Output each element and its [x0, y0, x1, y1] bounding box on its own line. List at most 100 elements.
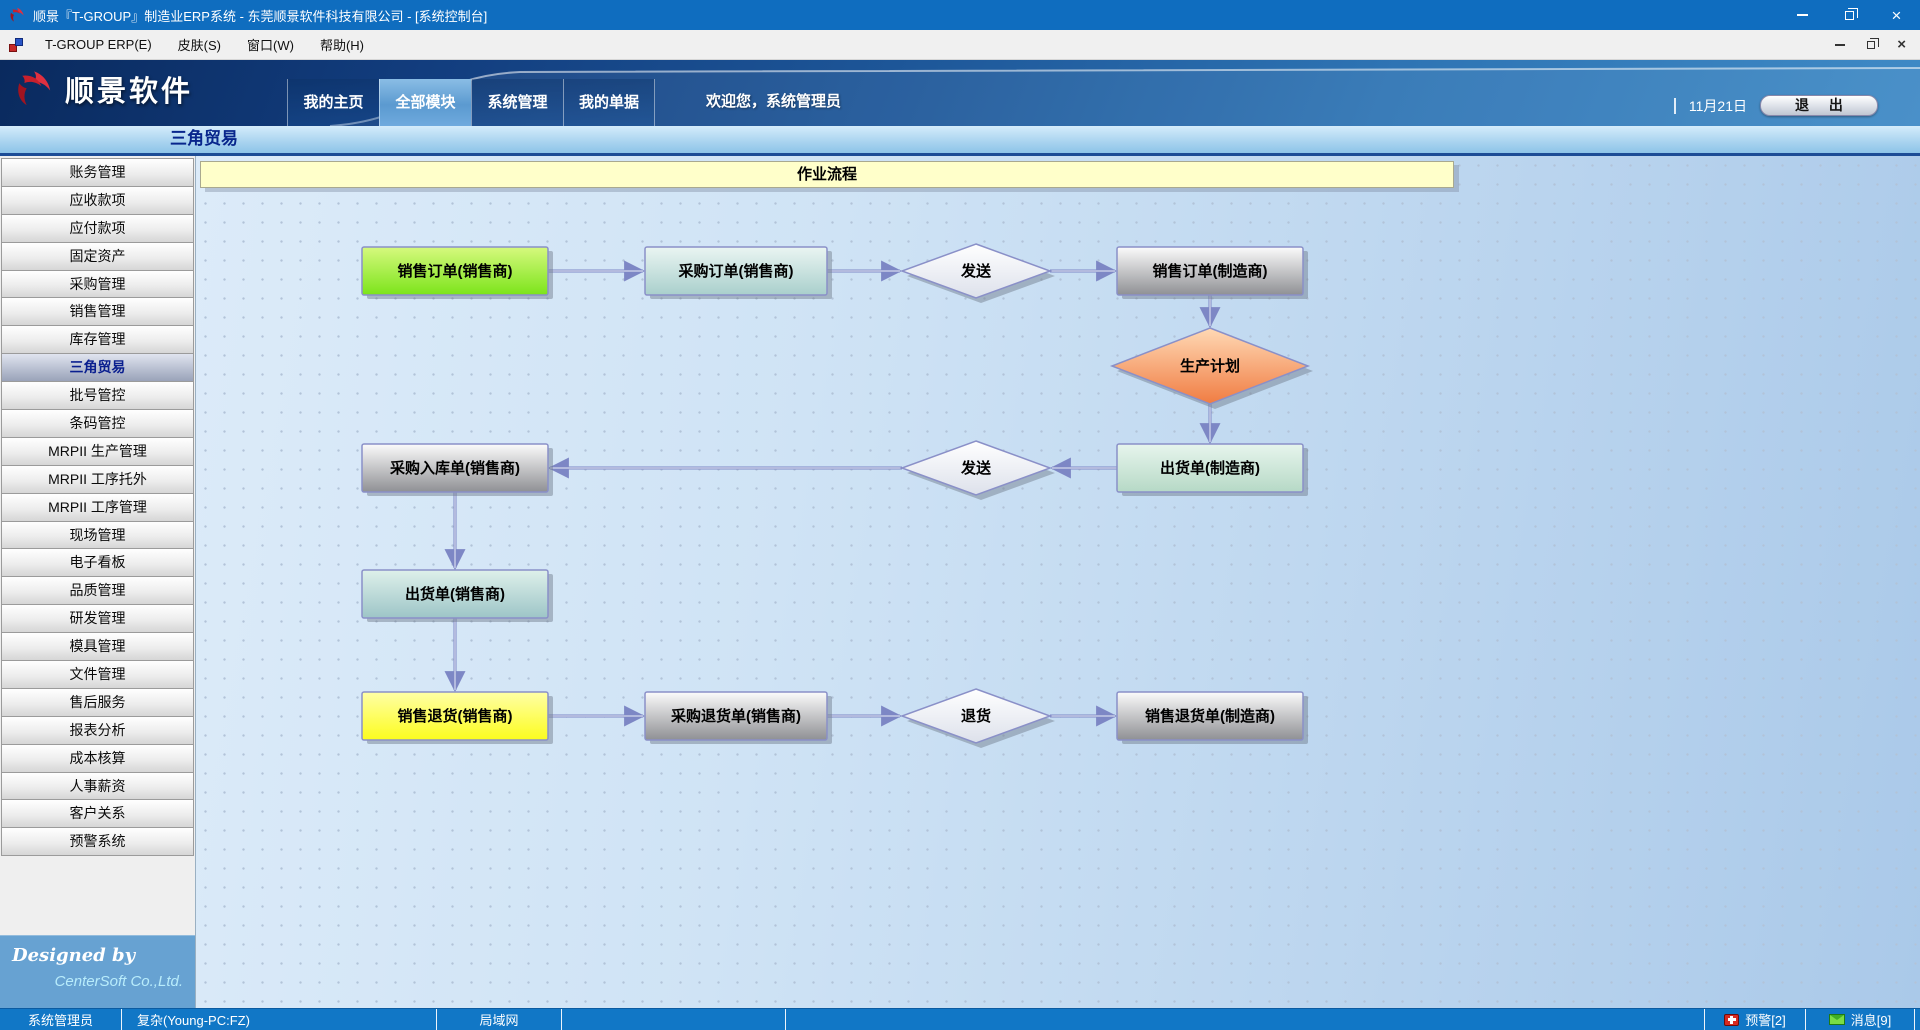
alert-icon	[1724, 1014, 1739, 1026]
sidebar-item[interactable]: 研发管理	[1, 604, 194, 633]
message-icon	[1829, 1014, 1845, 1025]
brand-name: 顺景软件	[65, 68, 193, 110]
flow-node-label: 销售退货(销售商)	[398, 707, 513, 725]
exit-button[interactable]: 退 出	[1760, 95, 1878, 116]
date-label: 11月21日	[1689, 96, 1747, 116]
status-end	[1915, 1009, 1920, 1030]
menu-item[interactable]: T-GROUP ERP(E)	[32, 30, 165, 59]
sidebar-item[interactable]: 人事薪资	[1, 772, 194, 801]
flow-node-label: 销售退货单(制造商)	[1145, 707, 1275, 725]
flow-node-purchase-inbound-seller[interactable]: 采购入库单(销售商)	[362, 444, 553, 496]
header-tab[interactable]: 我的单据	[563, 79, 655, 126]
status-user: 系统管理员	[0, 1009, 122, 1030]
sidebar-item[interactable]: 应付款项	[1, 214, 194, 243]
flow-node-label: 采购订单(销售商)	[678, 262, 794, 280]
status-empty-1	[562, 1009, 786, 1030]
sidebar-item[interactable]: 销售管理	[1, 297, 194, 326]
sidebar-item[interactable]: 客户关系	[1, 799, 194, 828]
sidebar-item[interactable]: MRPII 生产管理	[1, 437, 194, 466]
window-controls: ×	[1779, 0, 1920, 30]
flow-node-label: 出货单(销售商)	[405, 585, 505, 603]
sidebar-item[interactable]: 预警系统	[1, 827, 194, 856]
sidebar-item[interactable]: 品质管理	[1, 576, 194, 605]
flow-node-label: 退货	[961, 707, 991, 725]
flow-node-production-plan[interactable]: 生产计划	[1112, 328, 1313, 409]
mdi-close-icon[interactable]: ×	[1897, 37, 1906, 52]
status-host: 复杂(Young-PC:FZ)	[122, 1009, 437, 1030]
flowchart-svg: 销售订单(销售商) 采购订单(销售商) 发送 销售订单(制造商) 生产计划采购入库单(销…	[196, 156, 1920, 1008]
title-bar: 顺景『T-GROUP』制造业ERP系统 - 东莞顺景软件科技有限公司 - [系统…	[0, 0, 1920, 30]
flow-node-send-1[interactable]: 发送	[902, 244, 1055, 303]
alerts-label: 预警[2]	[1745, 1010, 1785, 1029]
sidebar-item[interactable]: MRPII 工序托外	[1, 465, 194, 494]
flow-node-return-1[interactable]: 退货	[902, 689, 1055, 748]
sidebar-items: 账务管理应收款项应付款项固定资产采购管理销售管理库存管理三角贸易批号管控条码管控…	[0, 158, 195, 856]
sidebar-item[interactable]: 三角贸易	[1, 353, 194, 382]
designed-by-panel: Designed by CenterSoft Co.,Ltd.	[0, 935, 195, 1008]
flow-node-sales-return-manufacturer[interactable]: 销售退货单(制造商)	[1117, 692, 1308, 744]
menu-item[interactable]: 帮助(H)	[307, 30, 377, 59]
flow-node-label: 出货单(制造商)	[1160, 459, 1260, 477]
header-banner: 顺景软件 我的主页全部模块系统管理我的单据 欢迎您，系统管理员 11月21日 退…	[0, 60, 1920, 126]
flow-node-label: 销售订单(制造商)	[1153, 262, 1268, 280]
flow-node-shipment-seller[interactable]: 出货单(销售商)	[362, 570, 553, 622]
sidebar-item[interactable]: 售后服务	[1, 688, 194, 717]
header-tab[interactable]: 全部模块	[379, 79, 471, 126]
minimize-icon[interactable]	[1779, 0, 1826, 30]
brand-logo-icon	[12, 67, 56, 111]
content-area: 账务管理应收款项应付款项固定资产采购管理销售管理库存管理三角贸易批号管控条码管控…	[0, 156, 1920, 1008]
sidebar-item[interactable]: 电子看板	[1, 548, 194, 577]
sidebar-item[interactable]: 采购管理	[1, 270, 194, 299]
sidebar-item[interactable]: 应收款项	[1, 186, 194, 215]
sidebar-item[interactable]: 现场管理	[1, 521, 194, 550]
status-bar: 系统管理员 复杂(Young-PC:FZ) 局域网 预警[2] 消息[9]	[0, 1008, 1920, 1030]
menu-item[interactable]: 皮肤(S)	[165, 30, 234, 59]
close-icon[interactable]: ×	[1873, 0, 1920, 30]
sidebar-item[interactable]: 模具管理	[1, 632, 194, 661]
flow-node-label: 发送	[960, 262, 992, 280]
flow-node-label: 销售订单(销售商)	[398, 262, 513, 280]
window-title: 顺景『T-GROUP』制造业ERP系统 - 东莞顺景软件科技有限公司 - [系统…	[33, 6, 487, 25]
mdi-app-icon	[8, 37, 24, 53]
menu-item[interactable]: 窗口(W)	[234, 30, 307, 59]
sidebar-item[interactable]: 条码管控	[1, 409, 194, 438]
flow-node-label: 发送	[960, 459, 992, 477]
flow-node-purchase-order-seller[interactable]: 采购订单(销售商)	[645, 247, 832, 299]
designed-by-text: Designed by	[12, 945, 183, 966]
flow-node-purchase-return-seller[interactable]: 采购退货单(销售商)	[645, 692, 832, 744]
header-tab[interactable]: 我的主页	[287, 79, 379, 126]
sidebar-item[interactable]: 文件管理	[1, 660, 194, 689]
sidebar-item[interactable]: 成本核算	[1, 744, 194, 773]
flow-node-sales-order-manufacturer[interactable]: 销售订单(制造商)	[1117, 247, 1308, 299]
menu-bar: T-GROUP ERP(E)皮肤(S)窗口(W)帮助(H) ×	[0, 30, 1920, 60]
sidebar-item[interactable]: 报表分析	[1, 716, 194, 745]
module-title: 三角贸易	[170, 129, 238, 148]
mdi-minimize-icon[interactable]	[1835, 44, 1845, 46]
flow-node-sales-return-seller[interactable]: 销售退货(销售商)	[362, 692, 553, 744]
flow-node-sales-order-seller[interactable]: 销售订单(销售商)	[362, 247, 553, 299]
welcome-text: 欢迎您，系统管理员	[706, 90, 841, 111]
sidebar-item[interactable]: MRPII 工序管理	[1, 493, 194, 522]
status-messages[interactable]: 消息[9]	[1806, 1009, 1915, 1030]
menu-items: T-GROUP ERP(E)皮肤(S)窗口(W)帮助(H)	[32, 30, 377, 59]
flow-node-label: 采购退货单(销售商)	[670, 707, 801, 725]
mdi-restore-icon[interactable]	[1867, 41, 1875, 49]
company-name: CenterSoft Co.,Ltd.	[12, 973, 183, 990]
status-network: 局域网	[437, 1009, 562, 1030]
sidebar-item[interactable]: 固定资产	[1, 242, 194, 271]
restore-icon[interactable]	[1826, 0, 1873, 30]
flow-node-shipment-manufacturer[interactable]: 出货单(制造商)	[1117, 444, 1308, 496]
brand-logo: 顺景软件	[12, 67, 193, 111]
date-separator	[1674, 98, 1676, 114]
sidebar-item[interactable]: 批号管控	[1, 381, 194, 410]
sidebar-item[interactable]: 库存管理	[1, 325, 194, 354]
flow-node-label: 采购入库单(销售商)	[389, 459, 520, 477]
module-title-bar: 三角贸易	[0, 126, 1920, 156]
module-sidebar: 账务管理应收款项应付款项固定资产采购管理销售管理库存管理三角贸易批号管控条码管控…	[0, 156, 196, 1008]
app-logo-icon	[8, 6, 26, 24]
sidebar-item[interactable]: 账务管理	[1, 158, 194, 187]
header-tab[interactable]: 系统管理	[471, 79, 563, 126]
header-tabs: 我的主页全部模块系统管理我的单据	[287, 79, 655, 126]
flow-node-send-2[interactable]: 发送	[902, 441, 1055, 500]
status-alerts[interactable]: 预警[2]	[1705, 1009, 1806, 1030]
